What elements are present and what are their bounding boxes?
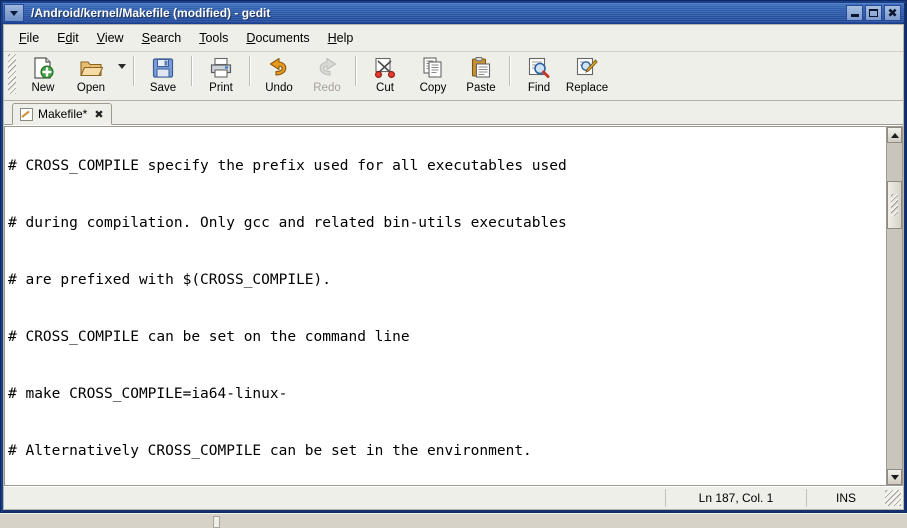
toolbar-button-find[interactable]: Find — [515, 52, 563, 94]
minimize-button[interactable] — [846, 5, 863, 21]
toolbar-grip[interactable] — [8, 54, 16, 94]
toolbar-button-new[interactable]: New — [19, 52, 67, 94]
tab-close-icon[interactable]: ✖ — [94, 109, 103, 120]
copy-pages-icon — [420, 55, 446, 81]
toolbar-separator-2 — [191, 56, 193, 86]
code-line: # are prefixed with $(CROSS_COMPILE). — [8, 272, 332, 288]
menu-item-tools[interactable]: Tools — [190, 28, 237, 48]
vertical-scrollbar[interactable] — [886, 126, 903, 486]
scroll-up-arrow-icon — [890, 132, 899, 138]
window-controls: ✖ — [846, 5, 904, 21]
code-line: # CROSS_COMPILE can be set on the comman… — [8, 329, 410, 345]
scrollbar-track[interactable] — [887, 143, 902, 469]
insert-mode-label: INS — [806, 489, 885, 507]
window-title: /Android/kernel/Makefile (modified) - ge… — [31, 6, 271, 20]
toolbar-label-paste: Paste — [466, 82, 496, 94]
minimize-icon — [850, 14, 859, 17]
editor-area: # CROSS_COMPILE specify the prefix used … — [4, 125, 903, 486]
window-menu-button[interactable] — [4, 4, 24, 22]
printer-icon — [208, 55, 234, 81]
menu-item-help[interactable]: Help — [319, 28, 363, 48]
menu-item-file[interactable]: File — [10, 28, 48, 48]
code-line: # Alternatively CROSS_COMPILE can be set… — [8, 443, 532, 459]
status-bar: Ln 187, Col. 1 INS — [4, 486, 903, 509]
chevron-down-icon — [118, 64, 126, 69]
toolbar-separator-5 — [509, 56, 511, 86]
floppy-save-icon — [150, 55, 176, 81]
toolbar-label-copy: Copy — [419, 82, 447, 94]
code-line: # during compilation. Only gcc and relat… — [8, 215, 567, 231]
scroll-down-button[interactable] — [887, 469, 902, 485]
code-content[interactable]: # CROSS_COMPILE specify the prefix used … — [5, 127, 886, 485]
cursor-position-label: Ln 187, Col. 1 — [665, 489, 806, 507]
maximize-icon — [869, 9, 878, 17]
toolbar-button-undo[interactable]: Undo — [255, 52, 303, 94]
toolbar-label-find: Find — [527, 82, 551, 94]
menu-item-search[interactable]: Search — [133, 28, 191, 48]
redo-arrow-icon — [314, 55, 340, 81]
toolbar-label-replace: Replace — [565, 82, 609, 94]
scroll-up-button[interactable] — [887, 127, 902, 143]
toolbar-button-open[interactable]: Open — [67, 52, 115, 94]
tab-label: Makefile* — [38, 107, 88, 121]
toolbar-label-undo: Undo — [265, 82, 293, 94]
maximize-button[interactable] — [865, 5, 882, 21]
toolbar-label-open: Open — [76, 82, 106, 94]
text-view[interactable]: # CROSS_COMPILE specify the prefix used … — [4, 126, 886, 486]
window-client-area: File Edit View Search Tools Documents He… — [3, 24, 904, 510]
toolbar-button-print[interactable]: Print — [197, 52, 245, 94]
chevron-down-icon — [10, 10, 18, 16]
toolbar-button-replace[interactable]: Replace — [563, 52, 611, 94]
toolbar-button-redo: Redo — [303, 52, 351, 94]
close-button[interactable]: ✖ — [884, 5, 901, 21]
toolbar-button-paste[interactable]: Paste — [457, 52, 505, 94]
scissors-icon — [372, 55, 398, 81]
desktop: /Android/kernel/Makefile (modified) - ge… — [0, 0, 907, 528]
tab-bar: Makefile* ✖ — [4, 101, 903, 125]
open-folder-icon — [78, 55, 104, 81]
tab-makefile[interactable]: Makefile* ✖ — [12, 103, 112, 125]
edited-document-icon — [20, 107, 33, 121]
title-bar[interactable]: /Android/kernel/Makefile (modified) - ge… — [3, 3, 904, 23]
toolbar-separator-3 — [249, 56, 251, 86]
undo-arrow-icon — [266, 55, 292, 81]
taskbar-button[interactable] — [213, 516, 220, 528]
clipboard-icon — [468, 55, 494, 81]
menu-item-view[interactable]: View — [88, 28, 133, 48]
toolbar: New Open Save Print Undo Redo Cut Copy P… — [4, 52, 903, 101]
toolbar-separator-4 — [355, 56, 357, 86]
resize-grip-icon[interactable] — [885, 490, 901, 506]
toolbar-label-redo: Redo — [313, 82, 341, 94]
replace-pencil-icon — [574, 55, 600, 81]
code-line: # CROSS_COMPILE specify the prefix used … — [8, 158, 567, 174]
toolbar-label-save: Save — [149, 82, 177, 94]
menu-item-documents[interactable]: Documents — [237, 28, 318, 48]
gedit-window: /Android/kernel/Makefile (modified) - ge… — [0, 0, 907, 513]
toolbar-separator-1 — [133, 56, 135, 86]
open-dropdown-button[interactable] — [115, 52, 129, 69]
toolbar-button-save[interactable]: Save — [139, 52, 187, 94]
toolbar-label-new: New — [31, 82, 55, 94]
magnifier-icon — [526, 55, 552, 81]
menu-item-edit[interactable]: Edit — [48, 28, 88, 48]
toolbar-label-cut: Cut — [376, 82, 394, 94]
close-icon: ✖ — [887, 6, 898, 20]
scrollbar-thumb[interactable] — [887, 181, 902, 229]
menu-bar: File Edit View Search Tools Documents He… — [4, 25, 903, 52]
toolbar-button-cut[interactable]: Cut — [361, 52, 409, 94]
code-line: # make CROSS_COMPILE=ia64-linux- — [8, 386, 288, 402]
toolbar-label-print: Print — [209, 82, 233, 94]
toolbar-button-copy[interactable]: Copy — [409, 52, 457, 94]
desktop-taskbar — [0, 513, 907, 528]
new-document-icon — [30, 55, 56, 81]
scroll-down-arrow-icon — [890, 474, 899, 480]
